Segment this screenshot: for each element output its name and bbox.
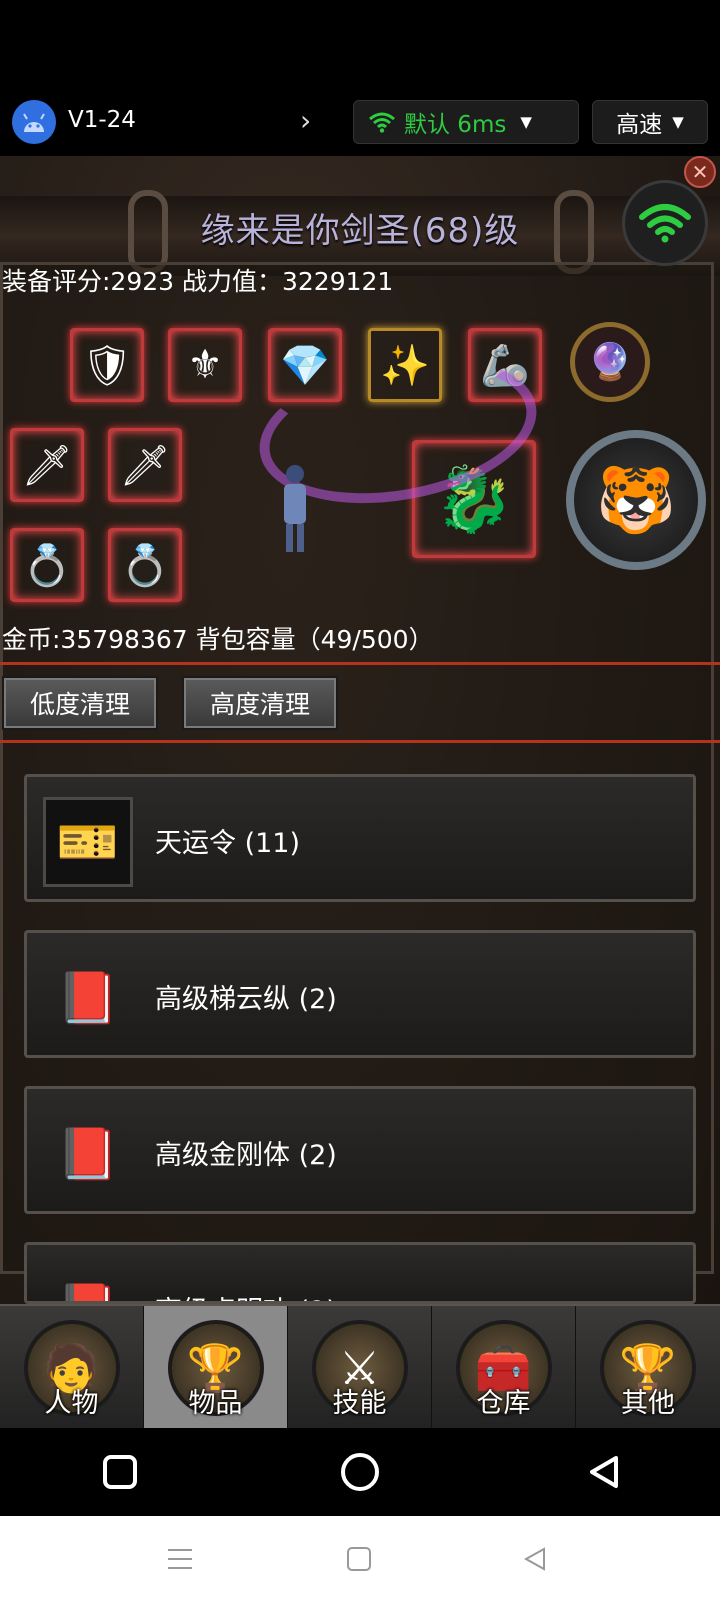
item-name: 天运令 (11) (155, 828, 301, 859)
divider (0, 662, 720, 665)
item-name: 高级点明功 (2) (155, 1289, 337, 1301)
tab-skills[interactable]: ⚔ 技能 (288, 1306, 432, 1430)
tab-label: 物品 (188, 1388, 243, 1419)
tab-warehouse[interactable]: 🧰 仓库 (432, 1306, 576, 1430)
tab-label: 仓库 (476, 1388, 531, 1419)
token-icon: 🎫 (43, 797, 133, 887)
tab-label: 其他 (621, 1388, 675, 1419)
speed-selector[interactable]: 高速 ▼ (592, 100, 708, 144)
tiger-emblem-icon[interactable]: 🐯 (566, 430, 706, 570)
tab-label: 技能 (332, 1388, 387, 1419)
high-clean-button[interactable]: 高度清理 (182, 676, 338, 730)
close-icon[interactable]: ✕ (684, 156, 716, 188)
skill-book-icon: 📕 (56, 1124, 120, 1183)
ring-slot-left[interactable]: 💍 (10, 528, 84, 602)
version-label: V1-24 (68, 107, 136, 133)
home-icon[interactable] (334, 1446, 386, 1498)
speed-label: 高速 (616, 112, 663, 138)
helmet-slot[interactable]: 🛡 (70, 328, 144, 402)
list-item[interactable]: 📕 高级点明功 (2) (24, 1242, 696, 1304)
host-navigation-bar (0, 1516, 720, 1604)
bottom-tab-bar: 🧑 人物 🏆 物品 ⚔ 技能 🧰 仓库 🏆 其他 (0, 1304, 720, 1430)
tab-character[interactable]: 🧑 人物 (0, 1306, 144, 1430)
weapon-slot-left[interactable]: 🗡 (10, 428, 84, 502)
back-icon[interactable] (578, 1446, 630, 1498)
menu-icon[interactable] (166, 1546, 194, 1576)
dropdown-arrow-icon: ▼ (672, 113, 684, 131)
character-title: 缘来是你剑圣(68)级 (200, 211, 520, 251)
triangle-back-icon[interactable] (522, 1546, 548, 1576)
skill-book-icon: 📕 (56, 968, 120, 1027)
orb-medallion-slot[interactable]: 🔮 (570, 322, 650, 402)
list-item[interactable]: 📕 高级金刚体 (2) (24, 1086, 696, 1214)
app-android-icon[interactable] (12, 100, 56, 144)
item-name: 高级梯云纵 (2) (155, 984, 337, 1015)
character-figure-icon (284, 465, 306, 552)
skill-book-icon: 📕 (43, 1265, 133, 1302)
weapon-slot-right[interactable]: 🗡 (108, 428, 182, 502)
system-navigation-bar (0, 1428, 720, 1516)
tab-label: 人物 (44, 1388, 99, 1419)
list-item[interactable]: 📕 高级梯云纵 (2) (24, 930, 696, 1058)
network-label: 默认 6ms (404, 112, 507, 138)
item-name: 高级金刚体 (2) (155, 1140, 337, 1171)
list-item[interactable]: 🎫 天运令 (11) (24, 774, 696, 902)
square-icon[interactable] (346, 1546, 372, 1576)
chevron-right-icon[interactable]: › (300, 104, 311, 137)
gold-and-bag-capacity: 金币:35798367 背包容量（49/500） (2, 625, 434, 654)
low-clean-button[interactable]: 低度清理 (2, 676, 158, 730)
equipment-stats: 装备评分:2923 战力值：3229121 (2, 267, 394, 296)
tab-other[interactable]: 🏆 其他 (576, 1306, 720, 1430)
network-selector[interactable]: 默认 6ms ▼ (353, 100, 579, 144)
recent-apps-icon[interactable] (94, 1446, 146, 1498)
wifi-icon[interactable] (622, 180, 708, 266)
ring-slot-right[interactable]: 💍 (108, 528, 182, 602)
wifi-icon (369, 112, 395, 133)
tab-items[interactable]: 🏆 物品 (144, 1306, 288, 1430)
dropdown-arrow-icon: ▼ (520, 113, 532, 131)
armor-slot[interactable]: ⚜ (168, 328, 242, 402)
divider (0, 740, 720, 743)
